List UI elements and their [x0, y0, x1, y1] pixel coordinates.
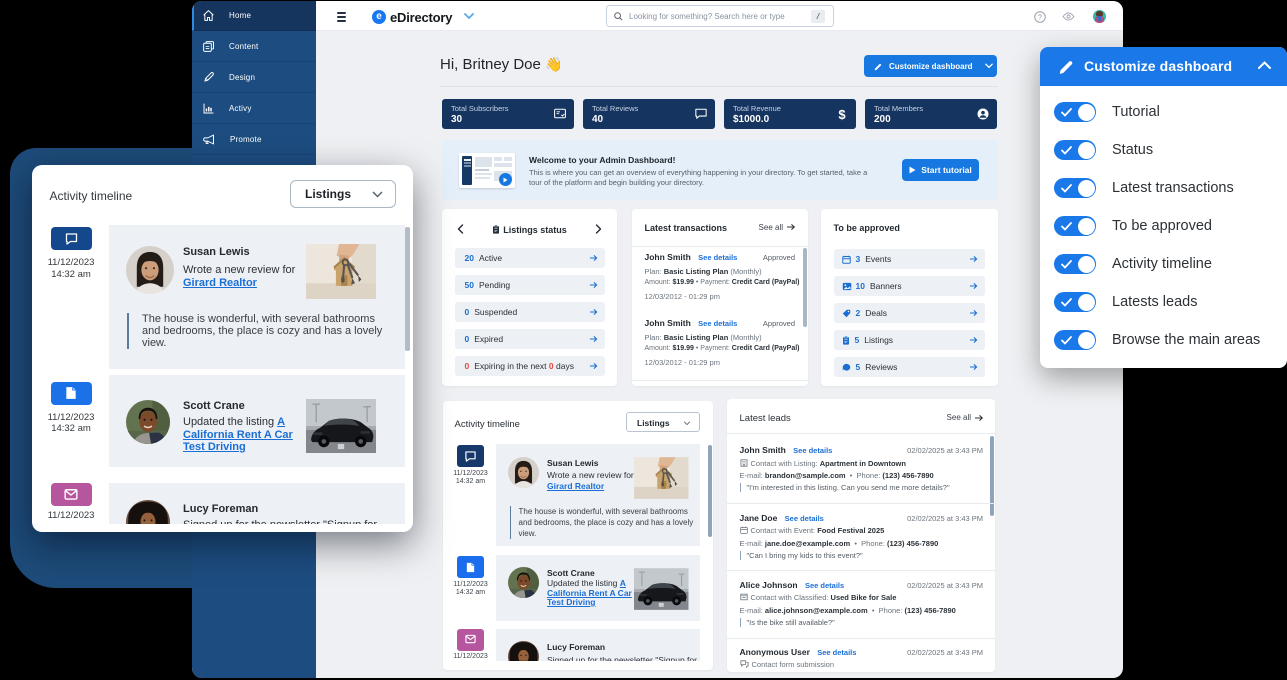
svg-text:$: $: [838, 108, 846, 121]
svg-text:?: ?: [1038, 15, 1042, 22]
